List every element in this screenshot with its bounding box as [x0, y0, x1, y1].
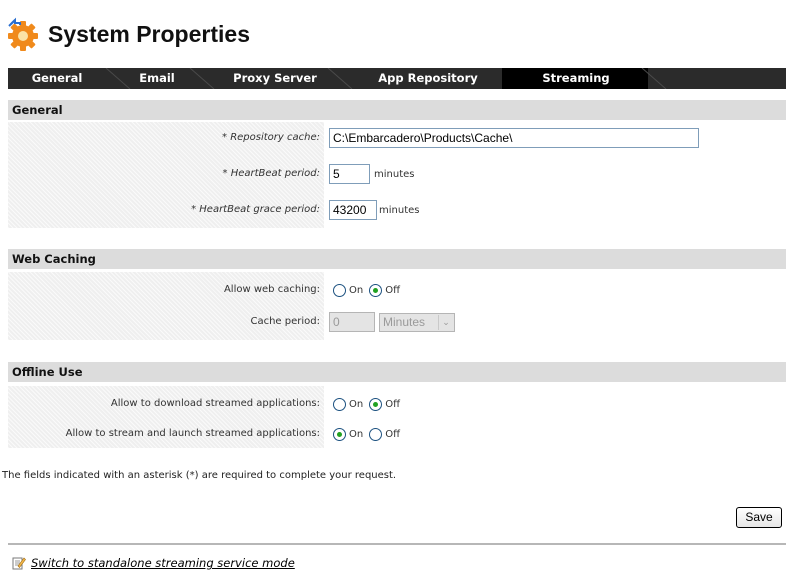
divider — [8, 543, 786, 545]
required-fields-note: The fields indicated with an asterisk (*… — [2, 470, 397, 481]
heartbeat-grace-row: * HeartBeat grace period: 43200 minutes — [8, 196, 786, 224]
repository-cache-row: * Repository cache: C:\Embarcadero\Produ… — [8, 124, 786, 152]
heartbeat-grace-label: * HeartBeat grace period: — [191, 204, 320, 215]
tab-streaming[interactable]: Streaming — [520, 68, 632, 89]
tab-separator — [189, 68, 215, 89]
section-web-caching-header: Web Caching — [8, 249, 786, 269]
cache-period-unit-select[interactable]: Minutes ⌄ — [379, 312, 455, 332]
standalone-mode-link[interactable]: Switch to standalone streaming service m… — [31, 556, 295, 570]
stream-on-radio[interactable] — [333, 427, 346, 441]
tab-app-repository[interactable]: App Repository — [362, 68, 494, 89]
allow-web-caching-row: Allow web caching: On Off — [8, 276, 786, 304]
cache-period-label: Cache period: — [250, 316, 320, 327]
section-general-body: * Repository cache: C:\Embarcadero\Produ… — [8, 122, 786, 228]
download-on-radio[interactable] — [333, 397, 346, 411]
allow-stream-label: Allow to stream and launch streamed appl… — [65, 428, 320, 439]
allow-download-label: Allow to download streamed applications: — [110, 398, 320, 409]
download-off-label: Off — [385, 398, 400, 410]
repository-cache-input[interactable]: C:\Embarcadero\Products\Cache\ — [329, 128, 699, 148]
tab-proxy-server[interactable]: Proxy Server — [220, 68, 330, 89]
allow-web-caching-label: Allow web caching: — [223, 284, 320, 295]
allow-stream-row: Allow to stream and launch streamed appl… — [8, 420, 786, 448]
save-button[interactable]: Save — [736, 507, 782, 528]
heartbeat-period-input[interactable]: 5 — [329, 164, 370, 184]
heartbeat-grace-unit: minutes — [379, 204, 420, 216]
tab-bar: General Email Proxy Server App Repositor… — [8, 68, 786, 89]
gear-icon — [8, 17, 38, 51]
web-caching-on-label: On — [349, 284, 364, 296]
cache-period-unit-value: Minutes — [383, 314, 426, 329]
section-general-header: General — [8, 100, 786, 120]
repository-cache-label: * Repository cache: — [222, 132, 320, 143]
tab-separator — [327, 68, 353, 89]
tab-separator — [641, 68, 667, 89]
heartbeat-period-row: * HeartBeat period: 5 minutes — [8, 160, 786, 188]
tab-general[interactable]: General — [12, 68, 102, 89]
section-offline-use-body: Allow to download streamed applications:… — [8, 386, 786, 448]
web-caching-on-radio[interactable] — [333, 283, 346, 297]
heartbeat-period-label: * HeartBeat period: — [222, 168, 320, 179]
cache-period-input[interactable]: 0 — [329, 312, 375, 332]
edit-note-icon — [12, 557, 26, 570]
heartbeat-grace-input[interactable]: 43200 — [329, 200, 377, 220]
chevron-down-icon: ⌄ — [438, 314, 453, 330]
stream-on-label: On — [349, 428, 364, 440]
footer-link-container: Switch to standalone streaming service m… — [12, 556, 295, 570]
download-off-radio[interactable] — [369, 397, 383, 411]
section-web-caching-body: Allow web caching: On Off Cache period: … — [8, 272, 786, 340]
web-caching-off-label: Off — [385, 284, 400, 296]
stream-off-label: Off — [385, 428, 400, 440]
stream-off-radio[interactable] — [369, 427, 383, 441]
heartbeat-period-unit: minutes — [374, 168, 415, 180]
allow-download-row: Allow to download streamed applications:… — [8, 390, 786, 418]
tab-email[interactable]: Email — [124, 68, 190, 89]
section-offline-use-header: Offline Use — [8, 362, 786, 382]
page-header: System Properties — [6, 14, 250, 54]
download-on-label: On — [349, 398, 364, 410]
cache-period-row: Cache period: 0 Minutes ⌄ — [8, 308, 786, 336]
page-title: System Properties — [48, 20, 250, 47]
web-caching-off-radio[interactable] — [369, 283, 383, 297]
